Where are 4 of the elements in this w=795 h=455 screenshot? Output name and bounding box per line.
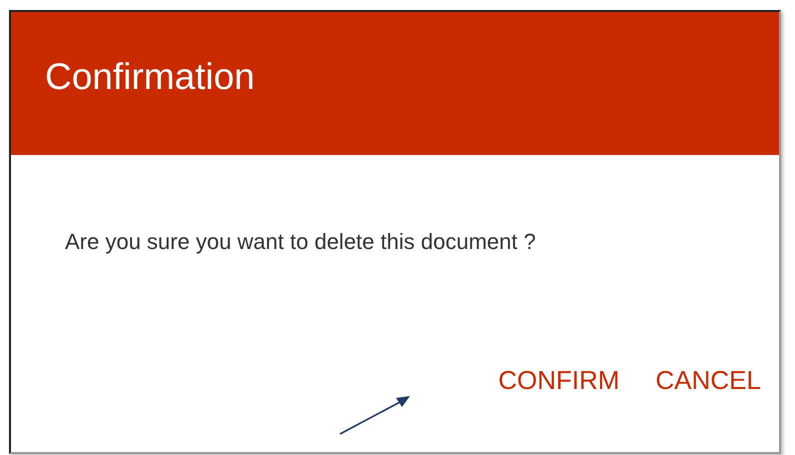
dialog-button[interactable]: CONFIRM — [490, 361, 628, 400]
dialog-message: Are you sure you want to delete this document ? — [65, 229, 536, 254]
dialog-button[interactable]: CANCEL — [648, 361, 769, 400]
dialog-title: Confirmation — [45, 56, 255, 98]
